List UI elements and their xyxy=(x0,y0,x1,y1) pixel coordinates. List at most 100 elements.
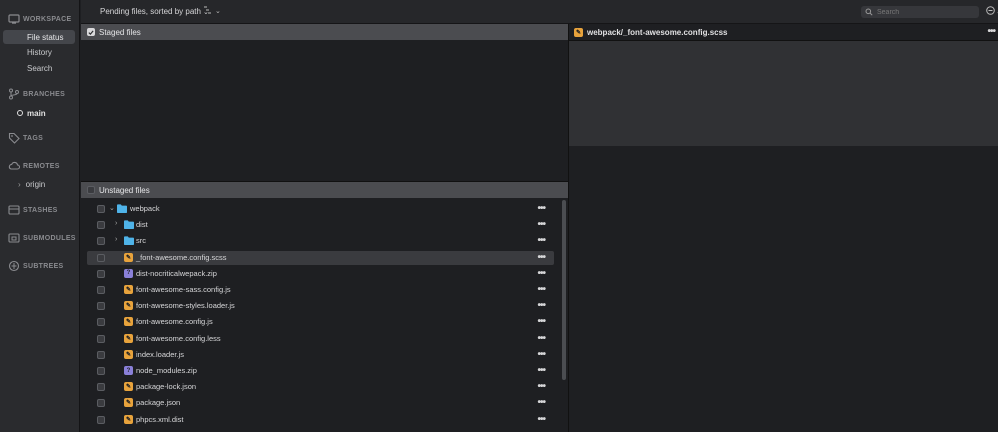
file-name: font-awesome-sass.config.js xyxy=(136,285,231,294)
more-options-icon[interactable]: ••• xyxy=(537,365,545,376)
modified-file-icon: ✎ xyxy=(124,317,133,327)
more-options-icon[interactable]: ••• xyxy=(537,268,545,279)
file-row[interactable]: ? dist-nocriticalwepack.zip ••• xyxy=(87,267,554,281)
branch-label: main xyxy=(27,108,46,118)
more-options-icon[interactable]: ••• xyxy=(537,333,545,344)
staged-files-label: Staged files xyxy=(99,27,141,37)
remote-item-origin[interactable]: › origin xyxy=(0,177,80,191)
file-row[interactable]: ✎ font-awesome.config.js ••• xyxy=(87,315,554,329)
folder-icon xyxy=(124,220,134,230)
file-row[interactable]: ✎ font-awesome-styles.loader.js ••• xyxy=(87,299,554,313)
file-row[interactable]: ✎ package.json ••• xyxy=(87,396,554,410)
stage-checkbox[interactable] xyxy=(97,221,105,230)
modified-file-icon: ✎ xyxy=(124,285,133,294)
modified-file-icon: ✎ xyxy=(124,414,133,424)
section-remotes[interactable]: REMOTES xyxy=(0,158,80,174)
toolbar-menu-button[interactable]: ⌄ xyxy=(986,6,998,17)
file-name: font-awesome.config.js xyxy=(136,317,213,327)
staged-select-all-checkbox[interactable] xyxy=(87,28,95,36)
file-name: dist-nocriticalwepack.zip xyxy=(136,268,217,278)
more-options-icon[interactable]: ••• xyxy=(537,414,545,425)
file-name: package-lock.json xyxy=(136,382,197,392)
section-stashes[interactable]: STASHES xyxy=(0,202,80,218)
unstaged-select-all-checkbox[interactable] xyxy=(87,186,95,194)
file-name: node_modules.zip xyxy=(136,366,197,375)
staged-files-list xyxy=(81,40,568,182)
more-options-icon[interactable]: ••• xyxy=(987,26,995,37)
sidebar-item-file-status[interactable]: File status xyxy=(3,30,75,44)
subtree-icon xyxy=(7,260,20,272)
branch-icon xyxy=(7,88,20,100)
stash-icon xyxy=(7,204,20,216)
toolbar: Pending files, sorted by path ⌄ ⌄ ⌄ xyxy=(81,0,998,24)
stage-checkbox[interactable] xyxy=(97,269,105,278)
more-options-icon[interactable]: ••• xyxy=(537,316,545,327)
section-branches[interactable]: BRANCHES xyxy=(0,86,80,102)
stage-checkbox[interactable] xyxy=(97,286,105,294)
more-options-icon[interactable]: ••• xyxy=(537,300,545,311)
stage-checkbox[interactable] xyxy=(97,334,105,343)
file-row[interactable]: ✎ font-awesome.config.less ••• xyxy=(87,332,554,346)
stage-checkbox[interactable] xyxy=(97,415,105,424)
tag-icon xyxy=(7,132,20,144)
folder-icon xyxy=(117,204,127,213)
modified-file-icon: ✎ xyxy=(124,382,133,392)
file-name: font-awesome.config.less xyxy=(136,333,221,343)
sidebar-item-label: Search xyxy=(27,63,53,73)
more-options-icon[interactable]: ••• xyxy=(537,381,545,392)
file-row[interactable]: ✎ _font-awesome.config.scss ••• xyxy=(87,250,554,265)
file-name: index.loader.js xyxy=(136,349,184,359)
search-input[interactable] xyxy=(877,8,967,16)
current-branch-icon xyxy=(17,110,23,116)
modified-file-icon: ✎ xyxy=(124,252,133,262)
more-options-icon[interactable]: ••• xyxy=(537,219,545,230)
chevron-right-icon[interactable]: › xyxy=(18,180,21,189)
file-row[interactable]: › dist ••• xyxy=(87,218,554,232)
chevron-down-icon[interactable]: ⌄ xyxy=(109,204,115,212)
diff-file-path: webpack/_font-awesome.config.scss xyxy=(587,27,728,37)
modified-file-icon: ✎ xyxy=(124,333,133,343)
folder-icon xyxy=(124,236,134,246)
stage-checkbox[interactable] xyxy=(97,302,105,311)
more-options-icon[interactable]: ••• xyxy=(537,203,545,214)
section-submodules[interactable]: SUBMODULES xyxy=(0,230,80,246)
file-row[interactable]: ⌄ webpack ••• xyxy=(87,202,554,216)
stage-checkbox[interactable] xyxy=(97,253,105,262)
stage-checkbox[interactable] xyxy=(97,350,105,359)
stage-checkbox[interactable] xyxy=(97,205,105,213)
untracked-file-icon: ? xyxy=(124,366,133,375)
section-workspace[interactable]: WORKSPACE xyxy=(0,11,80,27)
stage-checkbox[interactable] xyxy=(97,399,105,408)
chevron-right-icon[interactable]: › xyxy=(115,220,117,227)
section-subtrees[interactable]: SUBTREES xyxy=(0,258,80,274)
sidebar-item-history[interactable]: History xyxy=(3,45,75,59)
file-row[interactable]: ? node_modules.zip ••• xyxy=(87,364,554,378)
more-options-icon[interactable]: ••• xyxy=(537,252,545,263)
stage-checkbox[interactable] xyxy=(97,237,105,246)
file-row[interactable]: ✎ index.loader.js ••• xyxy=(87,348,554,362)
branch-item-main[interactable]: main xyxy=(0,106,80,120)
more-options-icon[interactable]: ••• xyxy=(537,284,545,295)
more-options-icon[interactable]: ••• xyxy=(537,349,545,360)
stage-checkbox[interactable] xyxy=(97,383,105,392)
stage-checkbox[interactable] xyxy=(97,367,105,375)
unstaged-scrollbar[interactable] xyxy=(562,200,566,380)
view-options-button[interactable]: ⌄ xyxy=(204,6,221,16)
search-icon xyxy=(865,8,873,16)
file-row[interactable]: ✎ font-awesome-sass.config.js ••• xyxy=(87,283,554,297)
staged-files-header: Staged files xyxy=(81,24,568,40)
modified-file-icon: ✎ xyxy=(124,301,133,311)
sidebar-item-label: File status xyxy=(27,32,64,42)
file-row[interactable]: ✎ package-lock.json ••• xyxy=(87,380,554,394)
file-row[interactable]: ✎ phpcs.xml.dist ••• xyxy=(87,413,554,427)
file-row[interactable]: › src ••• xyxy=(87,234,554,248)
list-indent-icon xyxy=(204,6,212,16)
section-tags[interactable]: TAGS xyxy=(0,130,80,146)
more-options-icon[interactable]: ••• xyxy=(537,235,545,246)
more-options-icon[interactable]: ••• xyxy=(537,397,545,408)
sidebar-item-search[interactable]: Search xyxy=(3,61,75,75)
chevron-right-icon[interactable]: › xyxy=(115,236,117,243)
sort-dropdown[interactable]: Pending files, sorted by path ⌄ xyxy=(100,7,209,16)
file-name: src xyxy=(136,236,146,246)
stage-checkbox[interactable] xyxy=(97,318,105,327)
